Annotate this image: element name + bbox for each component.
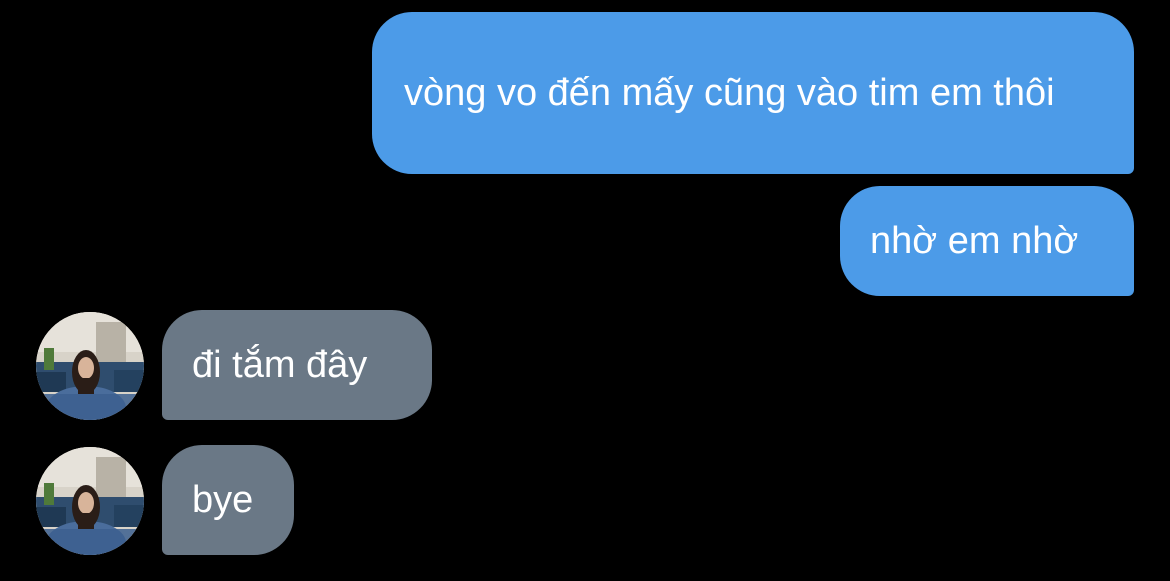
avatar-photo-icon: [36, 312, 144, 420]
message-text: vòng vo đến mấy cũng vào tim em thôi: [404, 72, 1055, 114]
received-message-bubble[interactable]: đi tắm đây: [162, 310, 432, 420]
received-message-bubble[interactable]: bye: [162, 445, 294, 555]
sent-message-bubble[interactable]: nhờ em nhờ: [840, 186, 1134, 296]
contact-avatar[interactable]: [36, 312, 144, 420]
contact-avatar[interactable]: [36, 447, 144, 555]
message-text: đi tắm đây: [192, 344, 368, 386]
message-text: nhờ em nhờ: [870, 220, 1079, 262]
sent-message-bubble[interactable]: vòng vo đến mấy cũng vào tim em thôi: [372, 12, 1134, 174]
message-text: bye: [192, 479, 254, 521]
avatar-photo-icon: [36, 447, 144, 555]
